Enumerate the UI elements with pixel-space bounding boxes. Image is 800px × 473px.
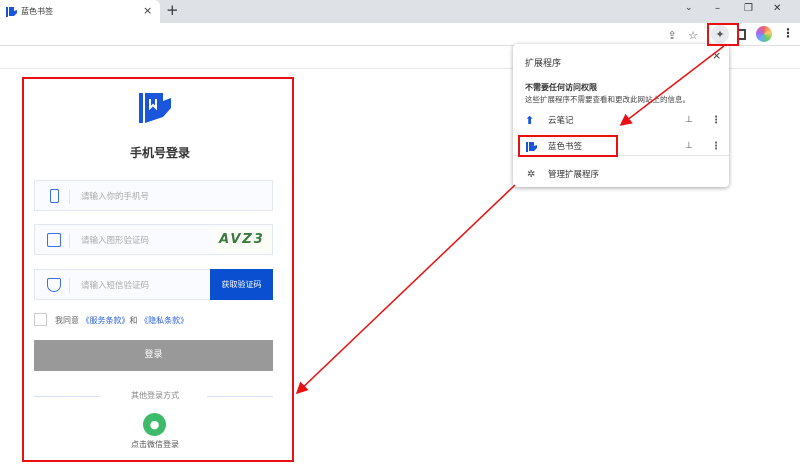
arrow-to-login (295, 184, 516, 395)
annotation-arrows (295, 45, 725, 395)
arrow-to-extension (619, 45, 725, 126)
